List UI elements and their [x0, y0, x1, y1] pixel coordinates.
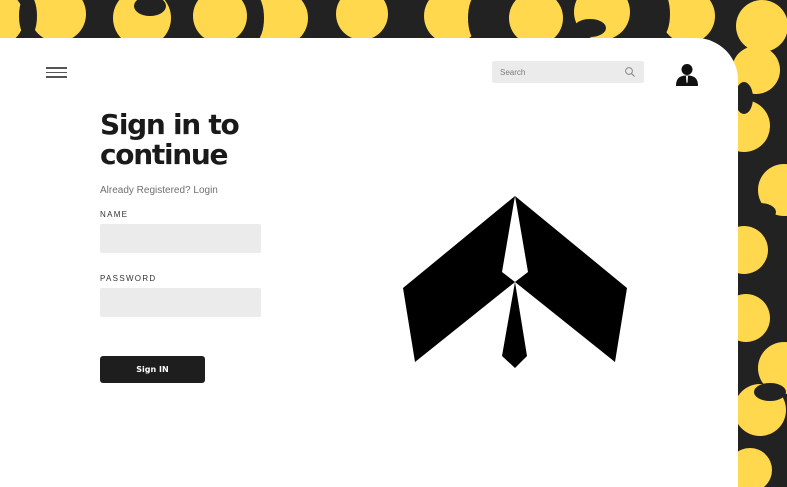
password-field[interactable]	[100, 288, 261, 317]
search-icon[interactable]	[624, 66, 636, 78]
menu-line	[46, 67, 67, 69]
login-link[interactable]: Already Registered? Login	[100, 185, 218, 196]
hamburger-menu-icon[interactable]	[46, 65, 68, 79]
search-input[interactable]	[492, 61, 618, 83]
password-label: PASSWORD	[100, 274, 157, 283]
menu-line	[46, 76, 67, 78]
search-bar	[492, 61, 644, 83]
name-field[interactable]	[100, 224, 261, 253]
name-label: NAME	[100, 210, 129, 219]
arrow-logo-icon	[403, 196, 627, 368]
sign-in-button[interactable]: Sign IN	[100, 356, 205, 383]
user-avatar-icon[interactable]	[675, 63, 699, 87]
menu-line	[46, 71, 67, 73]
page-title: Sign in to continue	[100, 108, 240, 171]
